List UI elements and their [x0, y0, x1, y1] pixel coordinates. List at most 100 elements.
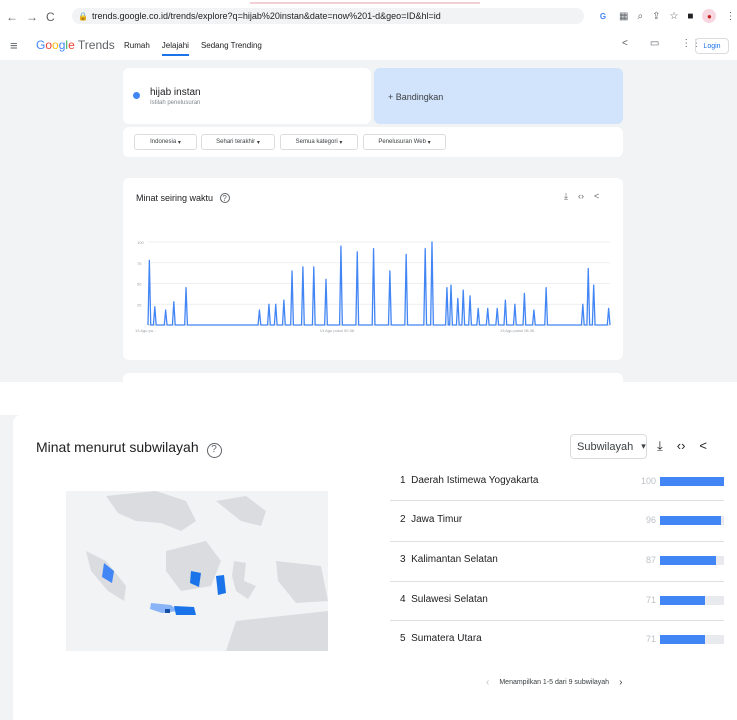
nav-home[interactable]: Rumah	[124, 41, 150, 56]
nav-trending[interactable]: Sedang Trending	[201, 41, 262, 56]
y-tick-label: 100	[137, 240, 144, 245]
search-term[interactable]: hijab instan	[150, 87, 201, 98]
rank-number: 4	[400, 594, 406, 605]
rank-number: 2	[400, 514, 406, 525]
region-di-yogyakarta[interactable]	[165, 609, 170, 613]
region-name: Kalimantan Selatan	[411, 554, 498, 565]
subregion-select[interactable]: Subwilayah ▾	[570, 434, 647, 459]
profile-avatar-icon[interactable]: ●	[702, 9, 717, 23]
region-name: Jawa Timur	[411, 514, 463, 525]
logo-trends-text: Trends	[77, 38, 115, 52]
back-arrow-icon[interactable]: ←	[6, 10, 18, 24]
subregion-row[interactable]: 5 Sumatera Utara 71	[390, 631, 724, 651]
region-value: 100	[640, 476, 656, 486]
rank-number: 3	[400, 554, 406, 565]
translate-icon[interactable]: ▦	[619, 9, 628, 23]
x-tick-label: 13 Agu pu...	[135, 328, 156, 333]
y-tick-label: 25	[137, 302, 142, 307]
region-value-bar-fill	[660, 635, 706, 644]
nav-explore[interactable]: Jelajahi	[161, 41, 189, 56]
interest-over-time-card: Minat seiring waktu ? ⤓ ‹› < 100 75 50 25 13…	[123, 178, 623, 360]
subregion-section: Minat menurut subwilayah ? Subwilayah ▾ …	[0, 415, 737, 720]
region-jawa-tengah[interactable]	[150, 603, 178, 613]
browser-menu-icon[interactable]: ⋮	[725, 9, 735, 23]
explore-panel: hijab instan Istilah penelusuran + Bandi…	[0, 60, 737, 382]
compare-button[interactable]: + Bandingkan	[388, 92, 443, 102]
search-term-type: Istilah penelusuran	[150, 100, 201, 106]
region-value-bar-fill	[660, 477, 724, 486]
rank-number: 5	[400, 633, 406, 644]
region-jawa-timur[interactable]	[174, 606, 196, 615]
subregion-row[interactable]: 1 Daerah Istimewa Yogyakarta 100	[390, 473, 724, 493]
subregion-card: Minat menurut subwilayah ? Subwilayah ▾ …	[13, 415, 737, 720]
y-tick-label: 50	[137, 282, 142, 287]
time-filter[interactable]: Sehari terakhir ▾	[201, 134, 275, 150]
subregion-row-label: 1 Daerah Istimewa Yogyakarta	[400, 475, 538, 486]
subregion-row[interactable]: 3 Kalimantan Selatan 87	[390, 552, 724, 572]
bookmark-star-icon[interactable]: ☆	[669, 9, 678, 23]
x-tick-label: 13 Agu pukul 00.36	[320, 328, 355, 333]
dropdown-caret-icon: ▾	[427, 139, 431, 146]
search-term-card[interactable]: hijab instan Istilah penelusuran	[123, 68, 371, 124]
forward-arrow-icon[interactable]: →	[26, 10, 38, 24]
sulawesi-shape	[232, 561, 256, 599]
embed-icon[interactable]: ‹›	[677, 438, 686, 454]
subregion-row-label: 3 Kalimantan Selatan	[400, 554, 498, 565]
logo-letter: o	[52, 38, 59, 52]
indonesia-map[interactable]	[66, 491, 328, 651]
category-filter-label: Semua kategori	[295, 139, 338, 145]
google-lens-icon[interactable]: G	[596, 9, 610, 23]
google-trends-logo[interactable]: Google Trends	[36, 38, 115, 52]
filters-bar: Indonesia ▾ Sehari terakhir ▾ Semua kate…	[123, 127, 623, 157]
australia-shape	[226, 611, 328, 651]
row-divider	[390, 620, 724, 621]
y-tick-label: 75	[137, 261, 142, 266]
hamburger-menu-icon[interactable]: ≡	[10, 38, 18, 53]
region-filter[interactable]: Indonesia ▾	[134, 134, 197, 150]
subregion-row[interactable]: 4 Sulawesi Selatan 71	[390, 592, 724, 612]
login-button[interactable]: Login	[695, 38, 729, 54]
feedback-icon[interactable]: ▭	[650, 38, 659, 49]
logo-letter: e	[68, 38, 75, 52]
region-value-bar-fill	[660, 596, 706, 605]
subregion-select-label: Subwilayah	[577, 440, 634, 453]
region-value-bar	[660, 516, 724, 525]
search-type-filter[interactable]: Penelusuran Web ▾	[363, 134, 446, 150]
region-value-bar	[660, 477, 724, 486]
region-value-bar	[660, 556, 724, 565]
share-page-icon[interactable]: ⇪	[652, 9, 660, 23]
next-page-icon[interactable]: ›	[619, 677, 622, 688]
compare-card[interactable]: + Bandingkan	[374, 68, 623, 124]
share-icon[interactable]: <	[699, 438, 707, 454]
region-value: 71	[645, 634, 656, 644]
map-svg	[86, 491, 328, 651]
philippines-shape	[216, 496, 266, 526]
lock-icon: 🔒	[78, 11, 88, 21]
subregion-title-text: Minat menurut subwilayah	[36, 439, 199, 455]
prev-page-icon[interactable]: ‹	[486, 677, 489, 688]
x-tick-label: 13 Agu pukul 08.36	[500, 328, 535, 333]
region-sulawesi-selatan[interactable]	[216, 575, 226, 595]
region-value: 87	[645, 555, 656, 565]
top-navigation: Rumah Jelajahi Sedang Trending	[124, 41, 262, 56]
subregion-title: Minat menurut subwilayah ?	[36, 439, 222, 458]
subregion-row[interactable]: 2 Jawa Timur 96	[390, 512, 724, 532]
zoom-icon[interactable]: ⌕	[637, 9, 643, 23]
dropdown-caret-icon: ▾	[256, 139, 260, 146]
reload-icon[interactable]: C	[46, 10, 55, 24]
search-type-filter-label: Penelusuran Web	[378, 139, 426, 145]
region-filter-label: Indonesia	[150, 139, 177, 145]
share-icon[interactable]: <	[622, 38, 628, 49]
subregion-pager: ‹ Menampilkan 1-5 dari 9 subwilayah ›	[486, 677, 622, 688]
address-bar[interactable]: 🔒 trends.google.co.id/trends/explore?q=h…	[72, 8, 584, 24]
logo-letter: G	[36, 38, 46, 52]
row-divider	[390, 581, 724, 582]
subregion-row-label: 2 Jawa Timur	[400, 514, 462, 525]
region-value-bar	[660, 635, 724, 644]
category-filter[interactable]: Semua kategori ▾	[280, 134, 358, 150]
side-panel-icon[interactable]: ■	[687, 9, 693, 23]
download-icon[interactable]: ⤓	[657, 438, 663, 454]
region-name: Daerah Istimewa Yogyakarta	[411, 475, 539, 486]
dropdown-caret-icon: ▾	[339, 139, 343, 146]
help-icon[interactable]: ?	[206, 443, 222, 458]
